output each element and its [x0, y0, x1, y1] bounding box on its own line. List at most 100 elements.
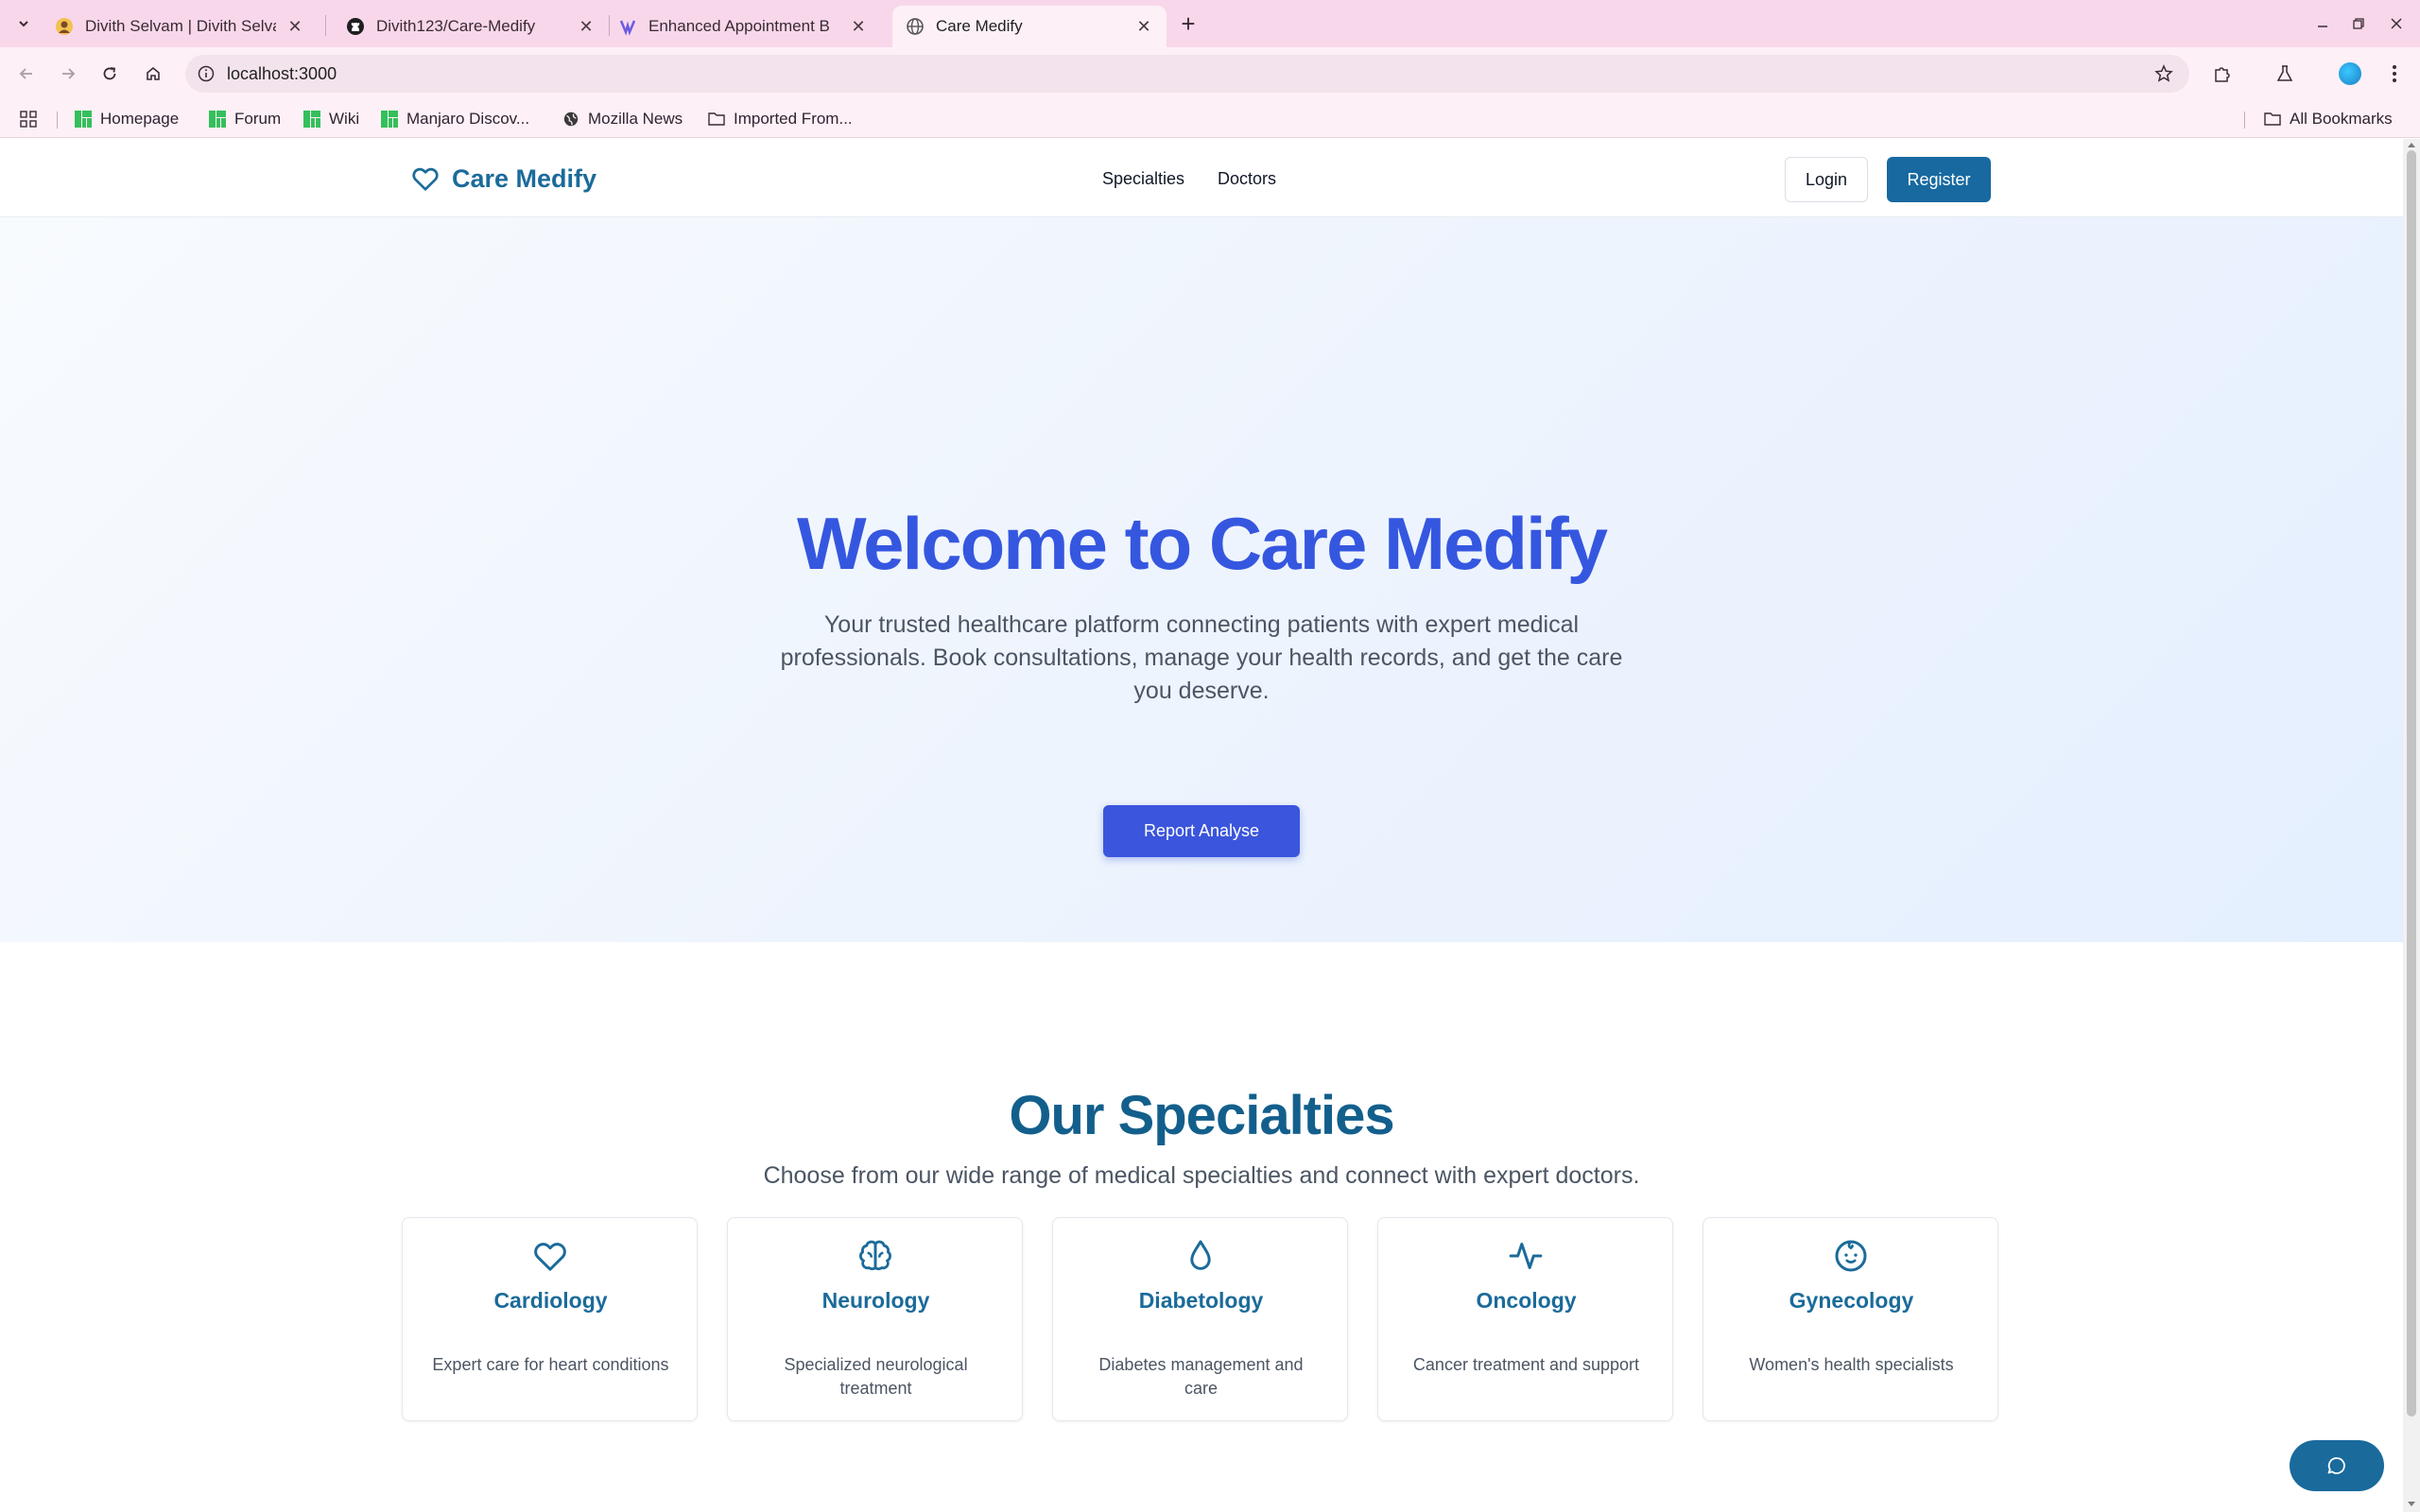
globe-icon	[906, 17, 925, 36]
forward-arrow-icon[interactable]	[55, 60, 81, 87]
browser-tab[interactable]: Enhanced Appointment B ✕	[605, 6, 881, 47]
page-viewport: Care Medify Specialties Doctors Login Re…	[0, 139, 2403, 1512]
restore-icon[interactable]	[2346, 11, 2371, 36]
brain-icon	[859, 1240, 891, 1271]
bookmark-label: Homepage	[100, 110, 180, 128]
browser-tab[interactable]: Divith123/Care-Medify ✕	[333, 6, 609, 47]
heart-logo-icon	[412, 167, 439, 191]
bookmark-separator	[2244, 112, 2245, 129]
chat-button[interactable]	[2290, 1440, 2384, 1491]
new-tab-plus-icon[interactable]: +	[1176, 9, 1201, 38]
tab-close-icon[interactable]: ✕	[285, 17, 304, 36]
hero-lead: Your trusted healthcare platform connect…	[780, 611, 1623, 704]
tab-list-chevron-icon[interactable]	[11, 11, 36, 36]
specialty-name: Gynecology	[1789, 1288, 1914, 1313]
specialty-name: Diabetology	[1138, 1288, 1264, 1313]
bookmark-separator	[57, 112, 58, 129]
bookmark-forum[interactable]: Forum	[208, 108, 281, 130]
specialty-desc: Expert care for heart conditions	[432, 1355, 669, 1374]
labs-flask-icon[interactable]	[2273, 61, 2297, 86]
home-icon[interactable]	[140, 60, 166, 87]
report-analyse-button[interactable]: Report Analyse	[1103, 805, 1300, 857]
bookmark-homepage[interactable]: Homepage	[74, 108, 179, 130]
specialty-card-diabetology[interactable]: Diabetology Diabetes management and care	[1052, 1217, 1348, 1421]
chat-icon	[2327, 1457, 2345, 1474]
folder-icon	[2263, 110, 2282, 129]
manjaro-icon	[74, 110, 93, 129]
back-arrow-icon[interactable]	[13, 60, 40, 87]
url-text: localhost:3000	[227, 64, 337, 83]
specialties-subtitle: Choose from our wide range of medical sp…	[763, 1162, 1640, 1189]
tab-close-icon[interactable]: ✕	[1134, 17, 1153, 36]
bookmark-mozilla-news[interactable]: Mozilla News	[562, 108, 683, 130]
bookmark-label: Wiki	[329, 110, 360, 128]
specialty-card-neurology[interactable]: Neurology Specialized neurological treat…	[727, 1217, 1023, 1421]
hero-section: Welcome to Care Medify Your trusted heal…	[0, 217, 2403, 942]
bookmark-manjaro-discover[interactable]: Manjaro Discov...	[380, 108, 529, 130]
github-icon	[346, 17, 365, 36]
specialty-desc: Cancer treatment and support	[1412, 1355, 1640, 1374]
all-bookmarks-folder[interactable]: All Bookmarks	[2263, 108, 2393, 130]
tab-title: Divith Selvam | Divith Selvam	[85, 17, 276, 35]
reload-icon[interactable]	[96, 60, 123, 87]
specialty-card-cardiology[interactable]: Cardiology Expert care for heart conditi…	[402, 1217, 698, 1421]
scrollbar-thumb[interactable]	[2407, 150, 2416, 1417]
manjaro-icon	[380, 110, 399, 129]
tab-title: Care Medify	[936, 17, 1023, 35]
scroll-down-arrow-icon[interactable]	[2407, 1501, 2416, 1508]
browser-tab-bar: Divith Selvam | Divith Selvam ✕ Divith12…	[0, 0, 2420, 47]
tab-title: Enhanced Appointment B	[648, 17, 830, 35]
specialty-desc: Women's health specialists	[1749, 1355, 1954, 1374]
browser-tab-active[interactable]: Care Medify ✕	[892, 6, 1167, 47]
specialty-desc: Diabetes management and care	[1098, 1355, 1304, 1398]
specialty-name: Neurology	[821, 1288, 930, 1313]
manjaro-icon	[208, 110, 227, 129]
login-button[interactable]: Login	[1785, 157, 1868, 202]
bookmark-label: Forum	[234, 110, 282, 128]
specialty-card-oncology[interactable]: Oncology Cancer treatment and support	[1377, 1217, 1673, 1421]
nav-doctors[interactable]: Doctors	[1218, 169, 1276, 189]
hero-title: Welcome to Care Medify	[796, 502, 1608, 585]
specialties-title: Our Specialties	[1009, 1085, 1394, 1146]
address-bar[interactable]: localhost:3000	[185, 55, 2189, 93]
apps-grid-icon[interactable]	[19, 108, 38, 130]
all-bookmarks-label: All Bookmarks	[2290, 110, 2393, 128]
tab-separator	[325, 15, 326, 36]
brand-name: Care Medify	[452, 163, 597, 193]
register-button[interactable]: Register	[1887, 157, 1991, 202]
browser-tab[interactable]: Divith Selvam | Divith Selvam ✕	[42, 6, 318, 47]
nav-specialties[interactable]: Specialties	[1102, 169, 1184, 189]
tab-close-icon[interactable]: ✕	[577, 17, 596, 36]
bookmark-wiki[interactable]: Wiki	[302, 108, 359, 130]
scroll-up-arrow-icon[interactable]	[2407, 141, 2416, 148]
bookmarks-bar: Homepage Forum Wiki Manjaro Discov... Mo…	[0, 100, 2420, 138]
site-info-icon[interactable]	[197, 64, 216, 83]
heart-icon	[534, 1243, 566, 1271]
bookmark-imported-folder[interactable]: Imported From...	[707, 108, 853, 130]
manjaro-icon	[302, 110, 321, 129]
droplet-icon	[1190, 1240, 1211, 1270]
baby-icon	[1835, 1240, 1867, 1272]
more-menu-icon[interactable]	[2382, 61, 2407, 86]
app-favicon-icon	[618, 17, 637, 36]
avatar-favicon-icon	[55, 17, 74, 36]
specialty-name: Oncology	[1476, 1288, 1577, 1313]
tab-close-icon[interactable]: ✕	[849, 17, 868, 36]
profile-avatar[interactable]	[2339, 62, 2361, 85]
bookmark-label: Imported From...	[734, 110, 853, 128]
specialty-name: Cardiology	[493, 1288, 608, 1313]
tab-title: Divith123/Care-Medify	[376, 17, 536, 35]
folder-icon	[707, 110, 726, 129]
minimize-icon[interactable]	[2310, 11, 2335, 36]
bookmark-label: Manjaro Discov...	[406, 110, 530, 128]
bookmark-star-icon[interactable]	[2153, 63, 2174, 84]
close-window-icon[interactable]	[2384, 11, 2409, 36]
specialty-card-gynecology[interactable]: Gynecology Women's health specialists	[1703, 1217, 1998, 1421]
specialty-desc: Specialized neurological treatment	[784, 1355, 968, 1398]
browser-toolbar: localhost:3000	[0, 47, 2420, 100]
extensions-puzzle-icon[interactable]	[2210, 61, 2235, 86]
globe-icon	[562, 110, 580, 129]
site-header: Care Medify Specialties Doctors Login Re…	[0, 139, 2403, 217]
page-scrollbar[interactable]	[2403, 139, 2420, 1512]
brand-logo-link[interactable]: Care Medify	[410, 163, 596, 194]
